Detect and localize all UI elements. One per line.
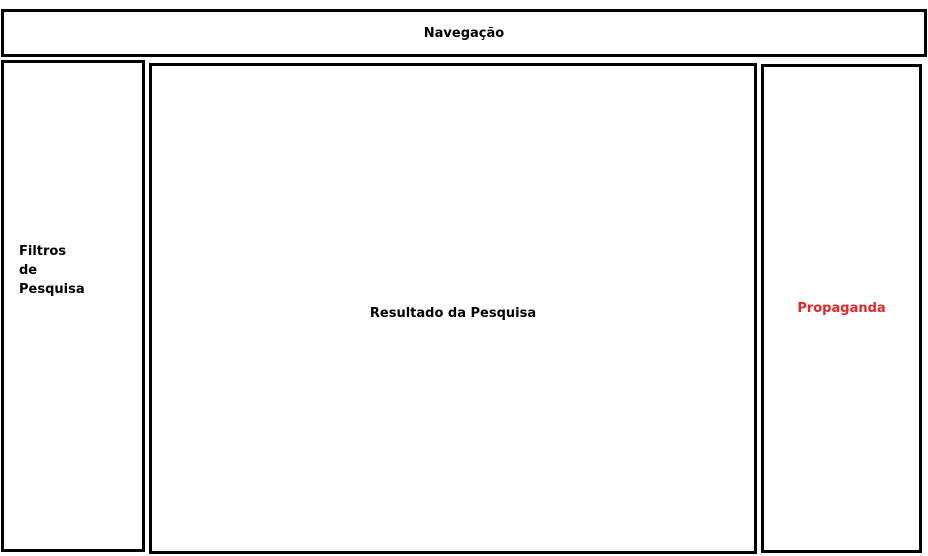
search-filters-line-1: Filtros: [19, 244, 67, 259]
search-results-label: Resultado da Pesquisa: [369, 306, 537, 321]
search-results-box: Resultado da Pesquisa: [149, 63, 757, 554]
search-filters-line-3: Pesquisa: [19, 282, 85, 297]
advertising-box: Propaganda: [761, 64, 922, 553]
navigation-box: Navegação: [1, 9, 927, 57]
search-filters-line-2: de: [19, 263, 38, 278]
navigation-label: Navegação: [423, 25, 505, 41]
advertising-label: Propaganda: [797, 301, 886, 316]
search-filters-box: Filtros de Pesquisa: [1, 60, 145, 552]
search-filters-label: Filtros de Pesquisa: [19, 242, 85, 299]
